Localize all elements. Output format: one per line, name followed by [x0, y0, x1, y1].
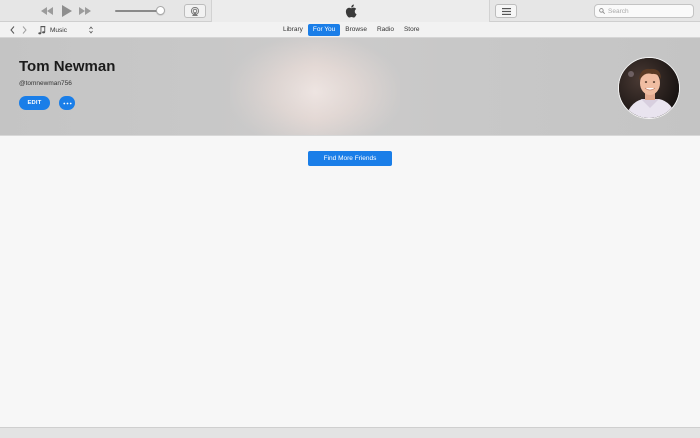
- tab-browse[interactable]: Browse: [340, 24, 372, 36]
- more-options-button[interactable]: [59, 96, 75, 110]
- list-icon: [501, 7, 511, 15]
- search-input[interactable]: [608, 7, 693, 15]
- navigation-bar: Music Library For You Browse Radio Store: [0, 22, 700, 38]
- music-note-icon: [38, 25, 46, 34]
- media-kind-selector[interactable]: Music: [38, 24, 95, 36]
- now-playing-display: [211, 0, 490, 22]
- chevron-left-icon: [10, 26, 15, 34]
- player-toolbar: [0, 0, 700, 22]
- section-tabs: Library For You Browse Radio Store: [278, 24, 425, 36]
- play-button[interactable]: [60, 3, 74, 19]
- airplay-icon: [190, 6, 200, 16]
- search-icon: [599, 8, 605, 14]
- back-button[interactable]: [8, 25, 17, 35]
- volume-slider-knob[interactable]: [156, 6, 165, 15]
- tab-store[interactable]: Store: [399, 24, 425, 36]
- profile-name: Tom Newman: [19, 58, 116, 75]
- status-bar: [0, 427, 700, 438]
- forward-button[interactable]: [20, 25, 29, 35]
- find-more-friends-button[interactable]: Find More Friends: [308, 151, 392, 166]
- chevron-right-icon: [22, 26, 27, 34]
- media-kind-label: Music: [50, 26, 67, 34]
- fast-forward-button[interactable]: [78, 3, 92, 19]
- airplay-button[interactable]: [184, 4, 206, 18]
- rewind-button[interactable]: [40, 3, 54, 19]
- volume-slider-track[interactable]: [115, 10, 160, 12]
- avatar-photo: [619, 58, 679, 118]
- profile-avatar[interactable]: [618, 57, 680, 119]
- profile-handle: @tomnewman756: [19, 80, 72, 87]
- tab-library[interactable]: Library: [278, 24, 308, 36]
- fast-forward-icon: [79, 7, 91, 15]
- profile-header: Tom Newman @tomnewman756 EDIT: [0, 38, 700, 136]
- search-field[interactable]: [594, 4, 694, 18]
- tab-for-you[interactable]: For You: [307, 24, 341, 36]
- rewind-icon: [41, 7, 53, 15]
- tab-radio[interactable]: Radio: [372, 24, 399, 36]
- header-background-fade: [0, 38, 700, 135]
- chevron-updown-icon: [89, 26, 93, 34]
- edit-profile-button[interactable]: EDIT: [19, 96, 50, 110]
- ellipsis-icon: [62, 102, 72, 104]
- up-next-list-button[interactable]: [495, 4, 517, 18]
- apple-logo-icon: [345, 4, 357, 18]
- play-icon: [62, 5, 72, 17]
